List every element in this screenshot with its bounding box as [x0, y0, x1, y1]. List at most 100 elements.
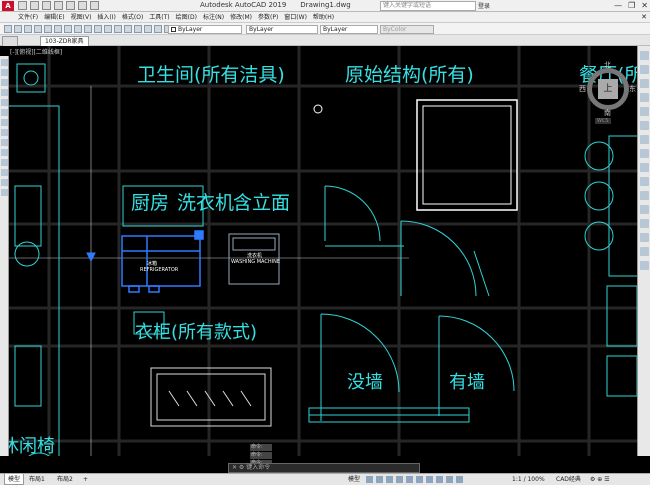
ortho-toggle-icon[interactable] [386, 476, 393, 483]
mirror-icon[interactable] [640, 79, 649, 88]
join-icon[interactable] [640, 219, 649, 228]
extend-icon[interactable] [640, 191, 649, 200]
wcs-menu[interactable]: WCS [595, 118, 611, 124]
color-dropdown[interactable]: ByLayer [168, 25, 242, 34]
insert-block-icon[interactable] [1, 139, 8, 146]
tab-file[interactable]: 103-ZDR家具 [40, 36, 89, 46]
menu-close-icon[interactable]: ✕ [641, 13, 647, 21]
layer-isolate-icon[interactable] [104, 25, 112, 33]
scale-icon[interactable] [640, 149, 649, 158]
lineweight-dropdown[interactable]: ByLayer [320, 25, 378, 34]
lineweight-toggle-icon[interactable] [426, 476, 433, 483]
plot-icon[interactable] [66, 1, 75, 10]
menu-file[interactable]: 文件(F) [18, 12, 38, 22]
layer-color-icon[interactable] [54, 25, 62, 33]
table-tool-icon[interactable] [1, 179, 8, 186]
arc-tool-icon[interactable] [1, 89, 8, 96]
layer-on-icon[interactable] [24, 25, 32, 33]
offset-icon[interactable] [640, 93, 649, 102]
menu-view[interactable]: 视图(V) [71, 12, 92, 22]
minimize-button[interactable]: — [614, 1, 622, 10]
login-button[interactable]: 登录 [478, 1, 490, 10]
menu-tools[interactable]: 工具(T) [149, 12, 169, 22]
move-icon[interactable] [640, 121, 649, 130]
transparency-toggle-icon[interactable] [436, 476, 443, 483]
hatch-tool-icon[interactable] [1, 149, 8, 156]
layer-merge-icon[interactable] [144, 25, 152, 33]
layer-properties-icon[interactable] [4, 25, 12, 33]
layer-previous-icon[interactable] [84, 25, 92, 33]
chamfer-icon[interactable] [640, 233, 649, 242]
layer-off-icon[interactable] [124, 25, 132, 33]
copy-icon[interactable] [640, 65, 649, 74]
menu-parametric[interactable]: 参数(P) [258, 12, 278, 22]
layer-state-icon[interactable] [14, 25, 22, 33]
otrack-toggle-icon[interactable] [416, 476, 423, 483]
make-current-icon[interactable] [74, 25, 82, 33]
line-tool-icon[interactable] [1, 59, 8, 66]
compass-south[interactable]: 南 [604, 108, 611, 118]
mtext-tool-icon[interactable] [1, 189, 8, 196]
region-tool-icon[interactable] [1, 169, 8, 176]
polyline-tool-icon[interactable] [1, 69, 8, 76]
linetype-dropdown[interactable]: ByLayer [246, 25, 318, 34]
polar-toggle-icon[interactable] [396, 476, 403, 483]
statusbar-settings-icon[interactable]: ⚙ ⊕ ☰ [590, 474, 610, 485]
selection-cycling-icon[interactable] [446, 476, 453, 483]
circle-tool-icon[interactable] [1, 79, 8, 86]
layer-unisolate-icon[interactable] [114, 25, 122, 33]
annotation-scale[interactable]: 1:1 / 100% [512, 474, 545, 485]
menu-dimension[interactable]: 标注(N) [203, 12, 224, 22]
annotation-visibility-icon[interactable] [456, 476, 463, 483]
open-icon[interactable] [30, 1, 39, 10]
layer-freeze-icon[interactable] [34, 25, 42, 33]
layer-delete-icon[interactable] [154, 25, 162, 33]
save-icon[interactable] [42, 1, 51, 10]
tab-layout1[interactable]: 布局1 [26, 474, 48, 485]
snap-toggle-icon[interactable] [376, 476, 383, 483]
menu-draw[interactable]: 绘图(D) [176, 12, 197, 22]
match-layer-icon[interactable] [94, 25, 102, 33]
menu-format[interactable]: 格式(O) [122, 12, 143, 22]
polygon-tool-icon[interactable] [1, 109, 8, 116]
add-layout-button[interactable]: + [80, 474, 91, 485]
drawing-canvas[interactable]: 卫生间(所有洁具) 原始结构(所有) 餐厅(所 厨房 洗衣机 含立面 衣柜(所有… [9, 46, 637, 456]
grid-toggle-icon[interactable] [366, 476, 373, 483]
stretch-icon[interactable] [640, 163, 649, 172]
menu-modify[interactable]: 修改(M) [230, 12, 252, 22]
rotate-icon[interactable] [640, 135, 649, 144]
tab-layout2[interactable]: 布局2 [54, 474, 76, 485]
viewport-controls[interactable]: [-][俯视][二维线框] [10, 47, 62, 56]
menu-insert[interactable]: 插入(I) [97, 12, 115, 22]
menu-help[interactable]: 帮助(H) [313, 12, 334, 22]
menu-window[interactable]: 窗口(W) [284, 12, 307, 22]
workspace-switcher[interactable]: CAD经典 [556, 474, 581, 485]
trim-icon[interactable] [640, 177, 649, 186]
fillet-icon[interactable] [640, 247, 649, 256]
undo-icon[interactable] [78, 1, 87, 10]
compass-east[interactable]: 东 [629, 84, 636, 94]
start-tab[interactable] [2, 36, 18, 46]
tab-model[interactable]: 模型 [4, 474, 25, 485]
gradient-tool-icon[interactable] [1, 159, 8, 166]
viewcube-face[interactable]: 上 [598, 79, 618, 99]
new-icon[interactable] [18, 1, 27, 10]
saveas-icon[interactable] [54, 1, 63, 10]
layer-zero-icon[interactable] [64, 25, 72, 33]
layer-lock-icon[interactable] [44, 25, 52, 33]
compass-north[interactable]: 北 [604, 60, 611, 70]
viewcube[interactable]: 上 北 南 东 西 WCS [579, 60, 636, 124]
compass-west[interactable]: 西 [579, 84, 586, 94]
explode-icon[interactable] [640, 261, 649, 270]
osnap-toggle-icon[interactable] [406, 476, 413, 483]
close-button[interactable]: ✕ [641, 1, 648, 10]
menu-edit[interactable]: 编辑(E) [44, 12, 64, 22]
command-input[interactable]: ✕ ⚙ 键入命令 [228, 463, 420, 473]
erase-icon[interactable] [640, 51, 649, 60]
spline-tool-icon[interactable] [1, 119, 8, 126]
plotstyle-dropdown[interactable]: ByColor [380, 25, 434, 34]
break-icon[interactable] [640, 205, 649, 214]
rectangle-tool-icon[interactable] [1, 99, 8, 106]
redo-icon[interactable] [90, 1, 99, 10]
autocad-logo-icon[interactable]: A [2, 1, 14, 11]
